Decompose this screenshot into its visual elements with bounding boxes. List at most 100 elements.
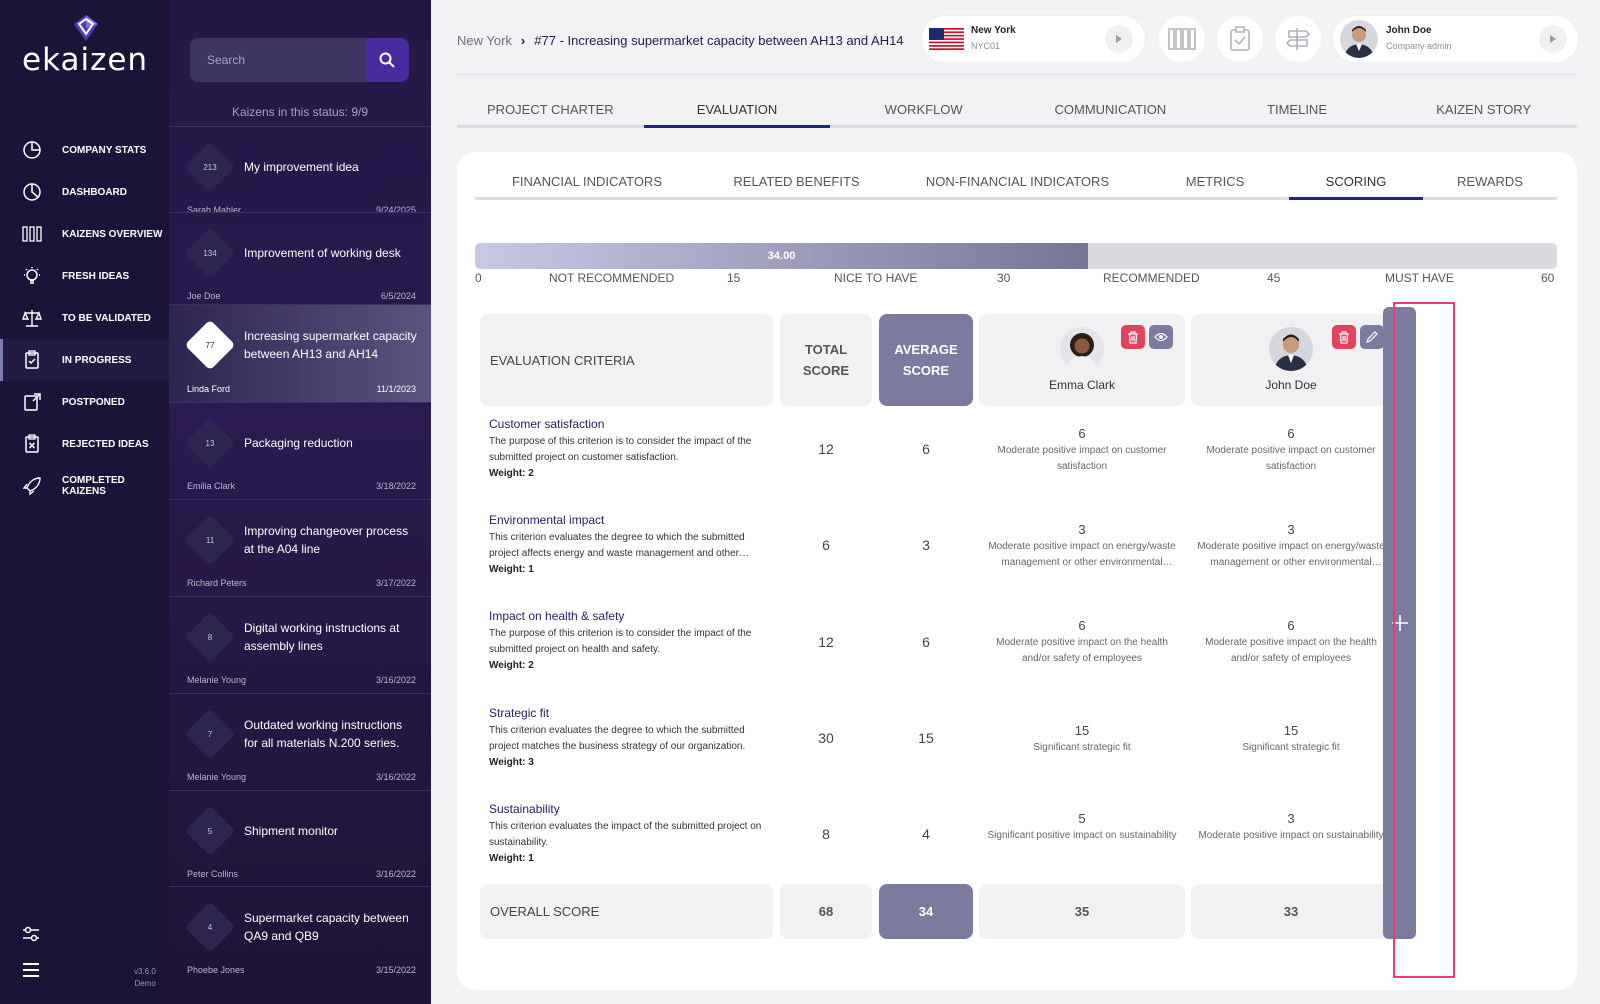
scale-zone-label: NICE TO HAVE [834,271,918,285]
play-arrow-icon [1550,35,1556,43]
kaizen-list-item[interactable]: 8 Digital working instructions at assemb… [169,596,431,693]
kaizen-date: 3/16/2022 [375,869,416,879]
subtab-metrics[interactable]: METRICS [1141,168,1289,197]
kaizen-title: Packaging reduction [244,436,353,450]
kaizen-date: 3/18/2022 [375,481,416,491]
criterion-weight: Weight: 1 [489,564,534,575]
criterion-title[interactable]: Strategic fit [489,706,774,720]
search-input[interactable]: Search [207,53,245,67]
kaizen-list-item[interactable]: 11 Improving changeover process at the A… [169,499,431,596]
location-selector[interactable]: New York NYC01 [922,16,1145,62]
us-flag-icon [929,28,964,50]
kaizen-board-button[interactable] [1159,16,1205,62]
ekaizen-logo[interactable]: ekaizen [22,14,147,80]
scale-tick: 60 [1541,271,1555,285]
nav-to-be-validated[interactable]: TO BE VALIDATED [0,297,169,339]
breadcrumb: New York › #77 - Increasing supermarket ca… [457,33,917,48]
nav-kaizens-overview[interactable]: KAIZENS OVERVIEW [0,213,169,255]
nav-fresh-ideas[interactable]: FRESH IDEAS [0,255,169,297]
evaluator-score-desc: Moderate positive impact on the health a… [996,637,1168,664]
row-total-score: 12 [818,441,834,457]
scales-icon [22,310,42,327]
criterion-description: The purpose of this criterion is to cons… [489,628,752,655]
row-total-score: 8 [822,826,830,842]
rocket-icon [22,477,41,496]
kaizen-list-item[interactable]: 7 Outdated working instructions for all … [169,693,431,790]
kaizen-author: Richard Peters [187,578,247,588]
kaizen-list-item[interactable]: 5 Shipment monitor Peter Collins 3/16/20… [169,790,431,887]
kaizen-list-item-selected[interactable]: 77 Increasing supermarket capacity betwe… [169,304,431,402]
score-scale: 0 NOT RECOMMENDED 15 NICE TO HAVE 30 REC… [475,271,1557,285]
search-icon [379,52,395,68]
kaizen-list-item[interactable]: 213 My improvement idea Sarah Mahler 9/2… [169,126,431,223]
delete-evaluation-button[interactable] [1332,325,1356,349]
nav-label: REJECTED IDEAS [62,438,149,450]
edit-evaluation-button[interactable] [1360,325,1384,349]
user-menu-expand-button[interactable] [1539,25,1567,53]
lightbulb-icon [24,267,40,284]
row-total-score: 6 [822,537,830,553]
subtab-non-financial-indicators[interactable]: NON-FINANCIAL INDICATORS [894,168,1141,197]
overall-evaluator-score: 33 [1191,884,1391,939]
location-code: NYC01 [971,41,1001,51]
delete-evaluation-button[interactable] [1121,325,1145,349]
main-sidebar: ekaizen COMPANY STATS DASHBOARD KAIZENS … [0,0,169,1004]
criterion-title[interactable]: Customer satisfaction [489,417,774,431]
nav-company-stats[interactable]: COMPANY STATS [0,129,169,171]
kaizen-list-item[interactable]: 13 Packaging reduction Emilia Clark 3/18… [169,402,431,499]
criterion-title[interactable]: Environmental impact [489,513,774,527]
criterion-weight: Weight: 2 [489,660,534,671]
nav-postponed[interactable]: POSTPONED [0,381,169,423]
clipboard-x-icon [25,434,39,453]
criterion-weight: Weight: 1 [489,853,534,864]
kaizen-number: 77 [205,340,215,350]
search-button[interactable] [365,38,409,82]
overall-evaluator-score: 35 [979,884,1185,939]
nav-completed-kaizens[interactable]: COMPLETED KAIZENS [0,465,169,507]
nav-label: KAIZENS OVERVIEW [62,228,163,240]
header-average-score: AVERAGE SCORE [879,314,973,406]
subtab-financial-indicators[interactable]: FINANCIAL INDICATORS [475,168,699,197]
user-menu[interactable]: John Doe Company admin [1333,16,1578,62]
kaizen-author: Melanie Young [187,675,247,685]
search-box[interactable]: Search [190,38,409,82]
kaizen-list-item[interactable]: 4 Supermarket capacity between QA9 and Q… [169,886,431,983]
hamburger-menu-icon[interactable] [22,961,40,979]
kaizen-date: 3/16/2022 [375,675,416,685]
edition-label: Demo [134,979,156,988]
tab-timeline[interactable]: TIMELINE [1204,96,1391,125]
subtab-rewards[interactable]: REWARDS [1423,168,1557,197]
kaizen-author: Melanie Young [187,772,247,782]
signpost-button[interactable] [1275,16,1321,62]
evaluator-score-desc: Moderate positive impact on the health a… [1205,637,1377,664]
location-expand-button[interactable] [1105,25,1133,53]
kaizen-list-item[interactable]: 134 Improvement of working desk Joe Doe … [169,212,431,309]
evaluator-score-desc: Moderate positive impact on customer sat… [997,445,1167,472]
subtab-scoring[interactable]: SCORING [1289,168,1423,200]
view-evaluation-button[interactable] [1149,325,1173,349]
tab-kaizen-story[interactable]: KAIZEN STORY [1390,96,1577,125]
row-average-score: 6 [922,634,930,650]
kaizen-author: Phoebe Jones [187,965,245,975]
filter-sliders-icon[interactable] [22,925,40,943]
kaizen-author: Joe Doe [187,291,221,301]
tab-project-charter[interactable]: PROJECT CHARTER [457,96,644,125]
kaizen-author: Linda Ford [187,384,231,394]
tab-communication[interactable]: COMMUNICATION [1017,96,1204,125]
score-progress-bar: 34.00 [475,243,1557,269]
nav-in-progress[interactable]: IN PROGRESS [0,339,169,381]
criterion-description: This criterion evaluates the impact of t… [489,821,762,848]
globe-chart-icon [23,141,41,159]
subtab-related-benefits[interactable]: RELATED BENEFITS [699,168,894,197]
tab-evaluation[interactable]: EVALUATION [643,96,831,128]
tab-workflow[interactable]: WORKFLOW [830,96,1017,125]
breadcrumb-root[interactable]: New York [457,33,512,48]
kaizen-date: 3/16/2022 [375,772,416,782]
status-count: Kaizens in this status: 9/9 [231,105,369,119]
evaluator-score: 15 [1283,723,1299,738]
nav-dashboard[interactable]: DASHBOARD [0,171,169,213]
criterion-title[interactable]: Sustainability [489,802,774,816]
criterion-title[interactable]: Impact on health & safety [489,609,774,623]
nav-rejected-ideas[interactable]: REJECTED IDEAS [0,423,169,465]
tasks-button[interactable] [1217,16,1263,62]
